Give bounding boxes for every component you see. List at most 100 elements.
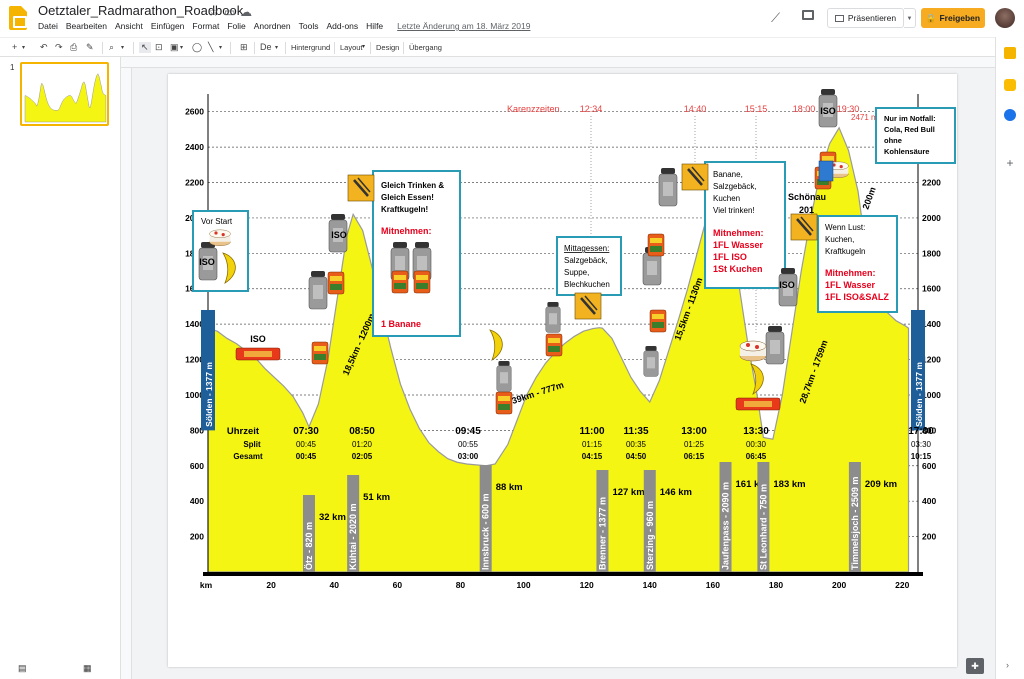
menu-edit[interactable]: Bearbeiten xyxy=(66,21,107,31)
text-box-icon[interactable]: ⊡ xyxy=(155,42,163,53)
image-icon[interactable]: ▣ xyxy=(170,42,179,53)
note-item: 1St Kuchen xyxy=(713,264,763,274)
grid-view-icon[interactable]: ▤ xyxy=(18,663,27,674)
print-icon[interactable]: ⎙ xyxy=(70,42,77,53)
explore-icon[interactable]: ✚ xyxy=(966,658,984,674)
chevron-right-icon[interactable]: › xyxy=(1006,660,1009,670)
new-slide-icon[interactable]: + xyxy=(12,42,17,52)
energy-gel-icon xyxy=(647,233,665,257)
x-tick-label: 200 xyxy=(832,580,846,590)
redo-icon[interactable]: ↷ xyxy=(55,42,63,53)
layout-button[interactable]: Layout xyxy=(340,43,363,52)
toolbar-divider xyxy=(254,42,255,54)
energy-gel-icon xyxy=(391,270,409,294)
toolbar-divider xyxy=(285,42,286,54)
aid-station-icon xyxy=(573,291,603,321)
x-tick-label: 80 xyxy=(456,580,466,590)
share-label: Freigeben xyxy=(939,13,981,23)
input-tools-dropdown-icon[interactable]: ▾ xyxy=(275,44,278,51)
zoom-icon[interactable]: ⌕ xyxy=(109,42,114,53)
timing-time: 09:45 xyxy=(455,426,481,437)
folder-icon[interactable]: ▭ xyxy=(224,5,235,19)
line-icon[interactable]: ╲ xyxy=(208,42,213,53)
layout-dropdown-icon[interactable]: ▾ xyxy=(362,43,365,50)
last-edit-link[interactable]: Letzte Änderung am 18. März 2019 xyxy=(397,21,530,31)
user-avatar[interactable] xyxy=(995,8,1015,28)
share-button[interactable]: 🔒 Freigeben xyxy=(921,8,985,28)
note-text: Cola, Red Bull xyxy=(884,125,935,134)
vertical-ruler[interactable] xyxy=(121,68,132,679)
paint-format-icon[interactable]: ✎ xyxy=(86,42,94,53)
filmstrip-view-icon[interactable]: ▦ xyxy=(83,663,92,674)
present-dropdown-icon[interactable]: ▼ xyxy=(904,8,916,28)
place-label: Kühtai - 2020 m xyxy=(348,503,358,570)
menu-arrange[interactable]: Anordnen xyxy=(254,21,291,31)
note-text: Gleich Trinken & xyxy=(381,181,444,190)
note-item: 1FL Wasser xyxy=(825,280,876,290)
y-tick-label: 2000 xyxy=(922,213,941,223)
slides-logo-icon[interactable] xyxy=(9,6,27,30)
cutoff-time: 12:34 xyxy=(580,104,603,114)
menu-tools[interactable]: Tools xyxy=(299,21,319,31)
x-tick-label: 180 xyxy=(769,580,783,590)
input-tools-icon[interactable]: De xyxy=(260,42,272,52)
menu-addons[interactable]: Add-ons xyxy=(326,21,358,31)
cake-icon xyxy=(739,340,767,362)
tasks-icon[interactable] xyxy=(1004,109,1016,121)
line-dropdown-icon[interactable]: ▾ xyxy=(219,44,222,51)
note-text: Kuchen xyxy=(713,194,740,203)
lock-icon: 🔒 xyxy=(925,12,937,23)
menu-insert[interactable]: Einfügen xyxy=(151,21,185,31)
select-cursor-icon[interactable]: ↖ xyxy=(139,42,151,53)
toolbar-divider xyxy=(334,42,335,54)
timing-time: 07:30 xyxy=(293,426,319,437)
background-button[interactable]: Hintergrund xyxy=(291,43,330,52)
menu-view[interactable]: Ansicht xyxy=(115,21,143,31)
timing-total: 04:15 xyxy=(582,452,603,461)
timing-total: 02:05 xyxy=(352,452,373,461)
add-on-plus-icon[interactable]: + xyxy=(1004,157,1016,169)
timing-split: 03:30 xyxy=(911,440,932,449)
note-text: Kuchen, xyxy=(825,235,854,244)
slide-thumbnail[interactable] xyxy=(20,62,109,126)
keep-notes-icon[interactable] xyxy=(1004,79,1016,91)
keep-icon[interactable] xyxy=(1004,47,1016,59)
start-finish-label: Sölden - 1377 m xyxy=(204,362,214,427)
elevation-profile-chart: Ötz - 820 m 32 km Kühtai - 2020 m 51 km Inns… xyxy=(168,74,957,667)
note-text: Suppe, xyxy=(564,268,589,277)
timing-split: 01:15 xyxy=(582,440,603,449)
comments-icon[interactable] xyxy=(802,10,814,20)
undo-icon[interactable]: ↶ xyxy=(40,42,48,53)
timing-total: 00:45 xyxy=(296,452,317,461)
timing-split: 01:20 xyxy=(352,440,373,449)
menu-format[interactable]: Format xyxy=(192,21,219,31)
present-button[interactable]: Präsentieren xyxy=(827,8,904,28)
slide-canvas[interactable]: Ötz - 820 m 32 km Kühtai - 2020 m 51 km Inns… xyxy=(168,74,957,667)
transition-button[interactable]: Übergang xyxy=(409,43,442,52)
menu-slide[interactable]: Folie xyxy=(227,21,245,31)
star-icon[interactable]: ☆ xyxy=(208,5,219,19)
activity-dashboard-icon[interactable]: ⟋ xyxy=(771,10,780,26)
timing-split: 00:45 xyxy=(296,440,317,449)
note-mitnehmen: Mitnehmen: xyxy=(825,268,876,278)
x-tick-label: 140 xyxy=(643,580,657,590)
menu-help[interactable]: Hilfe xyxy=(366,21,383,31)
toolbar-divider xyxy=(403,42,404,54)
image-dropdown-icon[interactable]: ▾ xyxy=(180,44,183,51)
filmstrip: 1 ▤ ▦ xyxy=(0,57,121,679)
y-tick-label: 400 xyxy=(922,496,936,506)
energy-bar-icon xyxy=(735,397,781,411)
zoom-dropdown-icon[interactable]: ▾ xyxy=(121,44,124,51)
horizontal-ruler[interactable] xyxy=(121,57,995,68)
menu-file[interactable]: Datei xyxy=(38,21,58,31)
shape-icon[interactable]: ◯ xyxy=(192,42,202,53)
new-slide-dropdown-icon[interactable]: ▾ xyxy=(22,44,25,51)
y-tick-label: 200 xyxy=(922,532,936,542)
comment-add-icon[interactable]: ⊞ xyxy=(240,42,248,53)
design-button[interactable]: Design xyxy=(376,43,399,52)
y-tick-label: 200 xyxy=(190,532,204,542)
timing-total: 04:50 xyxy=(626,452,647,461)
x-tick-label: 160 xyxy=(706,580,720,590)
cloud-status-icon[interactable]: ☁ xyxy=(240,5,252,19)
note-item: 1FL ISO xyxy=(713,252,747,262)
